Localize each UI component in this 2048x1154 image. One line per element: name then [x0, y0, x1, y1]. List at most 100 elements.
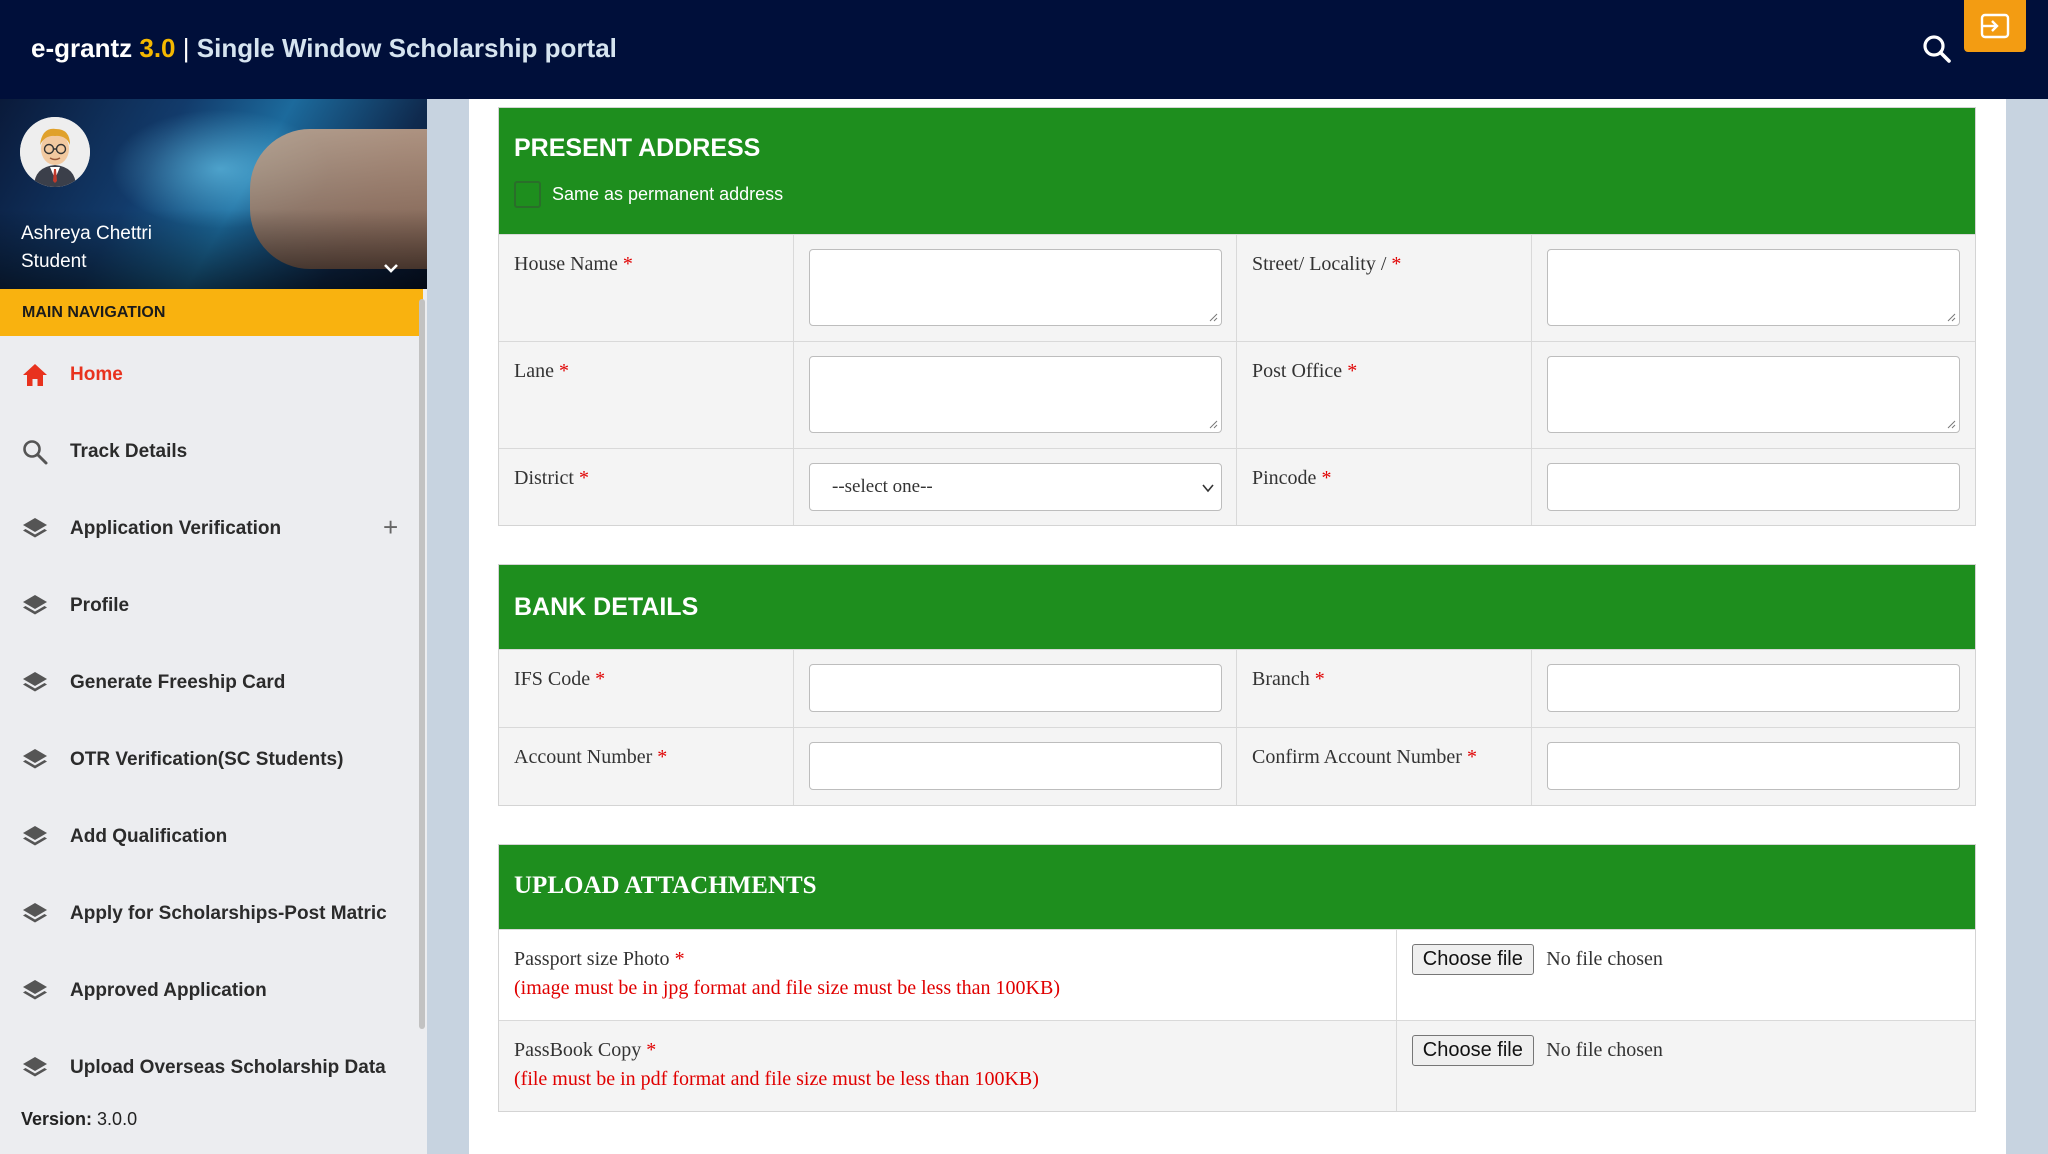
resize-grip-icon[interactable]: [1208, 419, 1218, 429]
sidebar-item-label: Apply for Scholarships-Post Matric: [70, 903, 387, 924]
page-scroll-gutter: [2006, 99, 2048, 1154]
street-field[interactable]: [1547, 249, 1960, 326]
upload-attachments-header: UPLOAD ATTACHMENTS: [499, 845, 1975, 929]
house-name-field[interactable]: [809, 249, 1222, 326]
sidebar-item-application-verification[interactable]: Application Verification +: [0, 490, 420, 567]
district-label: District *: [499, 449, 794, 525]
label-text: IFS Code: [514, 668, 591, 690]
ifs-code-label: IFS Code *: [499, 650, 794, 727]
street-cell: [1532, 235, 1975, 341]
version-label: Version:: [21, 1109, 93, 1129]
main-navigation-header: MAIN NAVIGATION: [0, 289, 423, 336]
sidebar-scrollbar[interactable]: [419, 299, 425, 1029]
resize-grip-icon[interactable]: [1946, 312, 1956, 322]
passport-photo-hint: (image must be in jpg format and file si…: [514, 977, 1060, 999]
label-text: District: [514, 467, 574, 489]
sidebar-item-generate-freeship-card[interactable]: Generate Freeship Card: [0, 644, 420, 721]
no-file-chosen-text: No file chosen: [1546, 948, 1663, 970]
sidebar-item-approved-application[interactable]: Approved Application: [0, 952, 420, 1029]
top-bar: e-grantz 3.0 | Single Window Scholarship…: [0, 0, 2048, 99]
required-mark: *: [595, 668, 606, 690]
sidebar-item-home[interactable]: Home: [0, 336, 420, 413]
choose-file-button[interactable]: Choose file: [1411, 944, 1534, 975]
version-info: Version: 3.0.0: [21, 1109, 137, 1130]
district-cell: --select one--: [794, 449, 1237, 525]
ifs-code-field[interactable]: [809, 664, 1222, 712]
chevron-down-icon: [1202, 484, 1214, 493]
form-row: House Name * Street/ Locality / *: [499, 234, 1975, 341]
form-row: Lane * Post Office *: [499, 341, 1975, 448]
sidebar-item-label: Generate Freeship Card: [70, 672, 286, 693]
resize-grip-icon[interactable]: [1946, 419, 1956, 429]
layers-icon: [23, 826, 47, 846]
same-as-permanent-row[interactable]: Same as permanent address: [514, 181, 1975, 208]
passport-photo-label-cell: Passport size Photo * (image must be in …: [499, 930, 1397, 1020]
confirm-account-number-field[interactable]: [1547, 742, 1960, 790]
present-address-section: PRESENT ADDRESS Same as permanent addres…: [498, 107, 1976, 526]
sidebar-item-track-details[interactable]: Track Details: [0, 413, 420, 490]
brand-version: 3.0: [139, 33, 176, 63]
chevron-down-icon[interactable]: [380, 257, 402, 279]
layers-icon: [23, 595, 47, 615]
post-office-cell: [1532, 342, 1975, 448]
sidebar-item-otr-verification[interactable]: OTR Verification(SC Students): [0, 721, 420, 798]
sidebar-item-label: Add Qualification: [70, 826, 228, 847]
brand-title[interactable]: e-grantz 3.0 | Single Window Scholarship…: [31, 33, 617, 64]
sidebar-item-profile[interactable]: Profile: [0, 567, 420, 644]
bank-details-section: BANK DETAILS IFS Code * Branch * Account…: [498, 564, 1976, 806]
confirm-account-number-cell: [1532, 728, 1975, 805]
form-row: PassBook Copy * (file must be in pdf for…: [499, 1020, 1975, 1111]
lane-field[interactable]: [809, 356, 1222, 433]
avatar: [20, 117, 90, 187]
sidebar-item-label: Track Details: [70, 441, 188, 462]
sidebar-item-add-qualification[interactable]: Add Qualification: [0, 798, 420, 875]
resize-grip-icon[interactable]: [1208, 312, 1218, 322]
upload-attachments-section: UPLOAD ATTACHMENTS Passport size Photo *…: [498, 844, 1976, 1112]
account-number-label: Account Number *: [499, 728, 794, 805]
label-text: Passport size Photo: [514, 948, 670, 970]
required-mark: *: [1466, 746, 1477, 768]
form-row: Passport size Photo * (image must be in …: [499, 929, 1975, 1020]
sidebar-item-label: Application Verification: [70, 518, 282, 539]
sidebar-item-label: Approved Application: [70, 980, 267, 1001]
label-text: Branch: [1252, 668, 1310, 690]
search-icon: [23, 440, 48, 465]
district-selected-value: --select one--: [832, 476, 933, 497]
street-label: Street/ Locality / *: [1237, 235, 1532, 341]
form-row: Account Number * Confirm Account Number …: [499, 727, 1975, 805]
label-text: Lane: [514, 360, 554, 382]
branch-label: Branch *: [1237, 650, 1532, 727]
sidebar-item-label: Profile: [70, 595, 130, 616]
user-role: Student: [21, 251, 87, 272]
logout-button[interactable]: [1964, 0, 2026, 52]
bank-details-header: BANK DETAILS: [499, 565, 1975, 649]
passbook-label: PassBook Copy *: [514, 1039, 1396, 1062]
post-office-label: Post Office *: [1237, 342, 1532, 448]
same-as-permanent-checkbox[interactable]: [514, 181, 541, 208]
passbook-label-cell: PassBook Copy * (file must be in pdf for…: [499, 1021, 1397, 1111]
required-mark: *: [1347, 360, 1358, 382]
label-text: PassBook Copy: [514, 1039, 642, 1061]
post-office-field[interactable]: [1547, 356, 1960, 433]
present-address-header: PRESENT ADDRESS Same as permanent addres…: [499, 108, 1975, 234]
sign-out-icon: [1980, 13, 2010, 39]
account-number-field[interactable]: [809, 742, 1222, 790]
sidebar-item-label: Upload Overseas Scholarship Data: [70, 1057, 386, 1078]
house-name-cell: [794, 235, 1237, 341]
sidebar: Ashreya Chettri Student MAIN NAVIGATION …: [0, 99, 427, 1154]
choose-file-button[interactable]: Choose file: [1411, 1035, 1534, 1066]
sidebar-item-upload-overseas[interactable]: Upload Overseas Scholarship Data: [0, 1029, 420, 1106]
pincode-field[interactable]: [1547, 463, 1960, 511]
district-select[interactable]: --select one--: [809, 463, 1222, 511]
branch-field[interactable]: [1547, 664, 1960, 712]
nav-list: Home Track Details Application Verificat…: [0, 336, 420, 1106]
portal-title: Single Window Scholarship portal: [196, 33, 617, 63]
required-mark: *: [558, 360, 569, 382]
version-value: 3.0.0: [97, 1109, 138, 1129]
expand-plus-icon[interactable]: +: [383, 512, 398, 543]
search-icon[interactable]: [1920, 32, 1954, 66]
home-icon: [23, 364, 47, 386]
layers-icon: [23, 1057, 47, 1077]
required-mark: *: [622, 253, 633, 275]
sidebar-item-apply-scholarships[interactable]: Apply for Scholarships-Post Matric: [0, 875, 420, 952]
